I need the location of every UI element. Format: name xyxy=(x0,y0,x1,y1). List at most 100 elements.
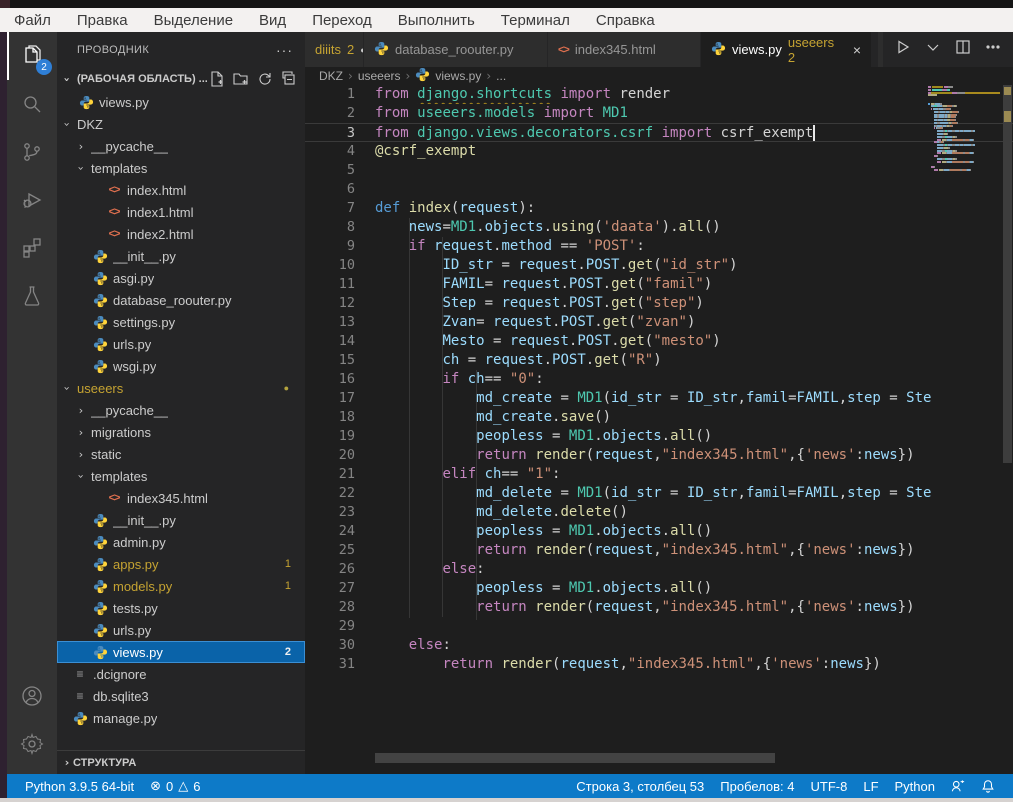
breadcrumb-item-DKZ[interactable]: DKZ xyxy=(319,69,343,83)
run-dropdown[interactable] xyxy=(925,39,941,60)
code-line-5[interactable]: 5 xyxy=(305,161,1013,180)
activity-testing[interactable] xyxy=(7,272,57,320)
tree-item-tests.py[interactable]: tests.py xyxy=(57,597,305,619)
tree-item-manage.py[interactable]: manage.py xyxy=(57,707,305,729)
tree-item-views.py[interactable]: views.py2 xyxy=(57,641,305,663)
code-line-25[interactable]: 25 return render(request,"index345.html"… xyxy=(305,541,1013,560)
tree-item-useeers[interactable]: ›useeers● xyxy=(57,377,305,399)
tree-item-index.html[interactable]: <>index.html xyxy=(57,179,305,201)
code-line-28[interactable]: 28 return render(request,"index345.html"… xyxy=(305,598,1013,617)
code-line-13[interactable]: 13 Zvan= request.POST.get("zvan") xyxy=(305,313,1013,332)
tree-item-wsgi.py[interactable]: wsgi.py xyxy=(57,355,305,377)
activity-source-control[interactable] xyxy=(7,128,57,176)
code-line-20[interactable]: 20 return render(request,"index345.html"… xyxy=(305,446,1013,465)
indentation-setting[interactable]: Пробелов: 4 xyxy=(712,774,802,798)
code-line-21[interactable]: 21 elif ch== "1": xyxy=(305,465,1013,484)
menu-item-Выделение[interactable]: Выделение xyxy=(154,12,233,29)
tree-item-asgi.py[interactable]: asgi.py xyxy=(57,267,305,289)
workspace-section-header[interactable]: › (РАБОЧАЯ ОБЛАСТЬ) ... xyxy=(57,67,305,91)
tree-item-index1.html[interactable]: <>index1.html xyxy=(57,201,305,223)
code-line-16[interactable]: 16 if ch== "0": xyxy=(305,370,1013,389)
tree-item-__pycache__[interactable]: ›__pycache__ xyxy=(57,135,305,157)
more-actions-button[interactable] xyxy=(985,39,1001,60)
outline-section-header[interactable]: › СТРУКТУРА xyxy=(57,750,305,774)
collapse-all-icon[interactable] xyxy=(281,71,297,87)
tree-item-urls.py[interactable]: urls.py xyxy=(57,333,305,355)
breadcrumb-item-useeers[interactable]: useeers xyxy=(358,69,401,83)
tab-diiits[interactable]: diiits2● xyxy=(305,32,363,67)
code-line-29[interactable]: 29 xyxy=(305,617,1013,636)
scrollbar-thumb[interactable] xyxy=(1003,85,1012,463)
cursor-position[interactable]: Строка 3, столбец 53 xyxy=(568,774,712,798)
activity-settings[interactable] xyxy=(7,720,57,768)
tab-views.py[interactable]: views.pyuseeers 2× xyxy=(701,32,871,67)
tree-item-database_roouter.py[interactable]: database_roouter.py xyxy=(57,289,305,311)
notifications-button[interactable] xyxy=(973,774,1003,798)
code-line-8[interactable]: 8 news=MD1.objects.using('daata').all() xyxy=(305,218,1013,237)
tree-item-db.sqlite3[interactable]: ≡db.sqlite3 xyxy=(57,685,305,707)
activity-account[interactable] xyxy=(7,672,57,720)
tree-item-static[interactable]: ›static xyxy=(57,443,305,465)
code-line-30[interactable]: 30 else: xyxy=(305,636,1013,655)
tree-item-settings.py[interactable]: settings.py xyxy=(57,311,305,333)
breadcrumb[interactable]: DKZ›useeers›views.py›... xyxy=(305,67,1013,85)
code-line-27[interactable]: 27 peopless = MD1.objects.all() xyxy=(305,579,1013,598)
code-line-19[interactable]: 19 peopless = MD1.objects.all() xyxy=(305,427,1013,446)
code-line-31[interactable]: 31 return render(request,"index345.html"… xyxy=(305,655,1013,674)
vertical-scrollbar[interactable] xyxy=(1002,85,1013,774)
menu-item-Правка[interactable]: Правка xyxy=(77,12,128,29)
tree-item-index2.html[interactable]: <>index2.html xyxy=(57,223,305,245)
minimap[interactable] xyxy=(928,86,1000,172)
tree-item-urls.py[interactable]: urls.py xyxy=(57,619,305,641)
code-line-23[interactable]: 23 md_delete.delete() xyxy=(305,503,1013,522)
menu-item-Переход[interactable]: Переход xyxy=(312,12,372,29)
code-line-1[interactable]: 1from django.shortcuts import render xyxy=(305,85,1013,104)
code-line-11[interactable]: 11 FAMIL= request.POST.get("famil") xyxy=(305,275,1013,294)
tree-item-migrations[interactable]: ›migrations xyxy=(57,421,305,443)
menu-item-Терминал[interactable]: Терминал xyxy=(501,12,570,29)
code-line-9[interactable]: 9 if request.method == 'POST': xyxy=(305,237,1013,256)
code-line-26[interactable]: 26 else: xyxy=(305,560,1013,579)
menu-item-Вид[interactable]: Вид xyxy=(259,12,286,29)
tree-item-templates[interactable]: ›templates xyxy=(57,465,305,487)
activity-run-debug[interactable] xyxy=(7,176,57,224)
menu-item-Выполнить[interactable]: Выполнить xyxy=(398,12,475,29)
menu-item-Справка[interactable]: Справка xyxy=(596,12,655,29)
code-line-12[interactable]: 12 Step = request.POST.get("step") xyxy=(305,294,1013,313)
code-line-7[interactable]: 7def index(request): xyxy=(305,199,1013,218)
language-mode[interactable]: Python xyxy=(887,774,943,798)
tree-item-index345.html[interactable]: <>index345.html xyxy=(57,487,305,509)
breadcrumb-item-views.py[interactable]: views.py xyxy=(435,69,481,83)
code-line-6[interactable]: 6 xyxy=(305,180,1013,199)
tree-item-__init__.py[interactable]: __init__.py xyxy=(57,245,305,267)
run-button[interactable] xyxy=(895,39,911,60)
new-file-icon[interactable] xyxy=(209,71,225,87)
python-interpreter[interactable]: Python 3.9.5 64-bit xyxy=(17,774,142,798)
tree-item-DKZ[interactable]: ›DKZ xyxy=(57,113,305,135)
code-line-10[interactable]: 10 ID_str = request.POST.get("id_str") xyxy=(305,256,1013,275)
horizontal-scrollbar[interactable] xyxy=(375,753,775,763)
code-line-18[interactable]: 18 md_create.save() xyxy=(305,408,1013,427)
feedback-button[interactable] xyxy=(943,774,973,798)
encoding-setting[interactable]: UTF-8 xyxy=(803,774,856,798)
tree-item-__pycache__[interactable]: ›__pycache__ xyxy=(57,399,305,421)
tab-database_roouter.py[interactable]: database_roouter.py xyxy=(364,32,547,67)
code-line-4[interactable]: 4@csrf_exempt xyxy=(305,142,1013,161)
activity-extensions[interactable] xyxy=(7,224,57,272)
activity-search[interactable] xyxy=(7,80,57,128)
tab-index345.html[interactable]: <>index345.html xyxy=(548,32,700,67)
code-line-17[interactable]: 17 md_create = MD1(id_str = ID_str,famil… xyxy=(305,389,1013,408)
tree-item-models.py[interactable]: models.py1 xyxy=(57,575,305,597)
activity-explorer[interactable]: 2 xyxy=(7,32,57,80)
code-line-15[interactable]: 15 ch = request.POST.get("R") xyxy=(305,351,1013,370)
code-editor[interactable]: 1from django.shortcuts import render2fro… xyxy=(305,85,1013,774)
explorer-more-actions[interactable]: ··· xyxy=(276,42,293,58)
tree-item-admin.py[interactable]: admin.py xyxy=(57,531,305,553)
problems-indicator[interactable]: ⊗ 0 △ 6 xyxy=(142,774,208,798)
code-line-3[interactable]: 3from django.views.decorators.csrf impor… xyxy=(305,123,1013,142)
code-line-2[interactable]: 2from useeers.models import MD1 xyxy=(305,104,1013,123)
close-icon[interactable]: × xyxy=(853,42,861,58)
tree-item-views.py[interactable]: views.py xyxy=(57,91,305,113)
tree-item-templates[interactable]: ›templates xyxy=(57,157,305,179)
refresh-icon[interactable] xyxy=(257,71,273,87)
